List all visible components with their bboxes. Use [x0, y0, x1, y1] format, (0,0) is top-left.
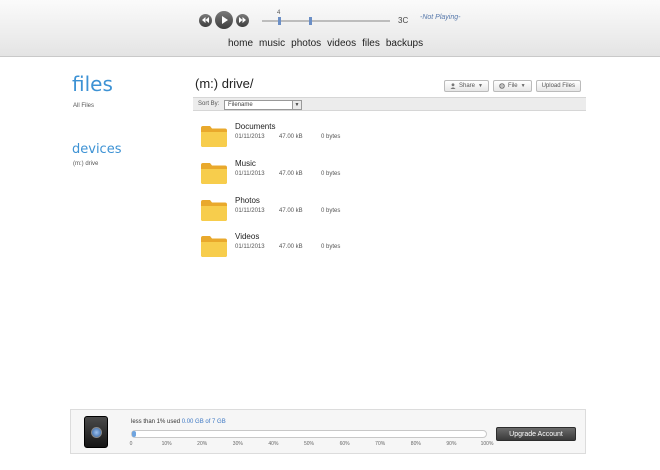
next-icon — [239, 17, 246, 23]
previous-icon — [202, 17, 209, 23]
storage-tick-label: 20% — [197, 441, 208, 447]
seek-handle[interactable] — [309, 17, 312, 25]
top-bar: 4 3C -Not Playing- home music photos vid… — [0, 0, 660, 57]
player-controls — [199, 10, 249, 30]
file-name[interactable]: Music — [235, 159, 256, 168]
sort-label: Sort By: — [198, 101, 220, 107]
sidebar-device-drive[interactable]: (m:) drive — [73, 161, 98, 167]
nav-backups[interactable]: backups — [386, 38, 423, 49]
caret-down-icon: ▼ — [520, 83, 526, 89]
file-row[interactable]: Music 01/11/2013 47.00 kB 0 bytes — [193, 156, 586, 192]
file-size: 47.00 kB — [279, 208, 303, 214]
track-time: 3C — [398, 16, 409, 25]
upload-files-button[interactable]: Upload Files — [535, 80, 581, 92]
storage-tick-label: 70% — [375, 441, 386, 447]
file-name[interactable]: Photos — [235, 196, 260, 205]
storage-usage-prefix: less than 1% used — [131, 419, 181, 425]
file-date: 01/11/2013 — [235, 244, 265, 250]
storage-tick-label: 80% — [410, 441, 421, 447]
sidebar-devices-title[interactable]: devices — [72, 142, 121, 157]
file-row[interactable]: Photos 01/11/2013 47.00 kB 0 bytes — [193, 193, 586, 229]
storage-bar — [131, 430, 487, 438]
chevron-down-icon: ▼ — [292, 101, 301, 109]
gear-icon — [499, 83, 505, 89]
play-icon — [221, 16, 228, 24]
drive-icon — [84, 416, 108, 448]
file-row[interactable]: Documents 01/11/2013 47.00 kB 0 bytes — [193, 119, 586, 155]
nav-videos[interactable]: videos — [327, 38, 356, 49]
upgrade-account-button[interactable]: Upgrade Account — [496, 427, 576, 441]
volume-handle[interactable] — [278, 17, 281, 25]
storage-bar-fill — [132, 431, 136, 437]
storage-ticks: 0 10% 20% 30% 40% 50% 60% 70% 80% 90% 100% — [129, 441, 494, 449]
folder-icon — [201, 126, 227, 147]
file-date: 01/11/2013 — [235, 208, 265, 214]
storage-usage-amount: 0.00 GB of 7 GB — [181, 419, 226, 425]
file-menu-label: File — [507, 83, 518, 89]
file-size: 47.00 kB — [279, 244, 303, 250]
drive-icon-lens — [91, 427, 102, 438]
storage-tick-label: 30% — [232, 441, 243, 447]
sidebar-files-title[interactable]: files — [72, 72, 113, 96]
folder-icon — [201, 163, 227, 184]
file-bytes: 0 bytes — [321, 171, 341, 177]
share-button[interactable]: Share ▼ — [444, 80, 489, 92]
nav-photos[interactable]: photos — [291, 38, 321, 49]
file-date: 01/11/2013 — [235, 134, 265, 140]
file-bytes: 0 bytes — [321, 244, 341, 250]
volume-marker: 4 — [277, 10, 281, 16]
storage-tick-label: 100% — [480, 441, 494, 447]
folder-icon — [201, 236, 227, 257]
storage-tick-label: 10% — [161, 441, 172, 447]
sort-select[interactable]: Filename ▼ — [224, 100, 302, 110]
file-size: 47.00 kB — [279, 171, 303, 177]
file-bytes: 0 bytes — [321, 134, 341, 140]
storage-usage-label: less than 1% used 0.00 GB of 7 GB — [131, 419, 226, 425]
breadcrumb: (m:) drive/ — [195, 76, 254, 91]
nav-home[interactable]: home — [228, 38, 253, 49]
storage-tick-label: 0 — [129, 441, 133, 447]
storage-tick-label: 90% — [446, 441, 457, 447]
seek-slider[interactable] — [262, 17, 390, 25]
sidebar-all-files[interactable]: All Files — [73, 103, 94, 109]
play-button[interactable] — [215, 11, 233, 29]
storage-footer: less than 1% used 0.00 GB of 7 GB 0 10% 20… — [70, 409, 586, 454]
folder-icon — [201, 200, 227, 221]
storage-tick-label: 50% — [303, 441, 315, 447]
file-bytes: 0 bytes — [321, 208, 341, 214]
storage-tick-label: 60% — [339, 441, 350, 447]
file-date: 01/11/2013 — [235, 171, 265, 177]
now-playing-label: -Not Playing- — [420, 14, 461, 21]
sort-value: Filename — [228, 102, 253, 108]
share-label: Share — [459, 83, 476, 89]
caret-down-icon: ▼ — [478, 83, 483, 89]
file-row[interactable]: Videos 01/11/2013 47.00 kB 0 bytes — [193, 229, 586, 265]
file-size: 47.00 kB — [279, 134, 303, 140]
file-name[interactable]: Videos — [235, 232, 259, 241]
upload-files-label: Upload Files — [541, 83, 575, 89]
next-button[interactable] — [236, 13, 249, 27]
main-nav: home music photos videos files backups — [228, 38, 423, 49]
toolbar: Share ▼ File ▼ Upload Files — [444, 80, 581, 92]
nav-music[interactable]: music — [259, 38, 285, 49]
nav-files[interactable]: files — [362, 38, 380, 49]
user-icon — [450, 83, 456, 89]
file-menu-button[interactable]: File ▼ — [492, 80, 532, 92]
storage-tick-label: 40% — [268, 441, 279, 447]
sort-bar: Sort By: Filename ▼ — [193, 97, 586, 111]
previous-button[interactable] — [199, 13, 212, 27]
file-name[interactable]: Documents — [235, 122, 275, 131]
